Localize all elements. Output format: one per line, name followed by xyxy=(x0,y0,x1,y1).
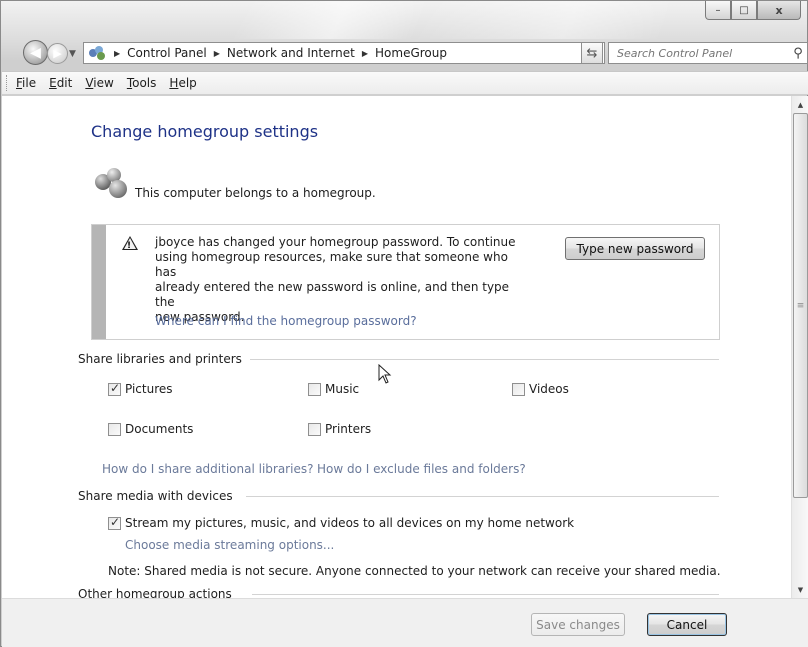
printers-label: Printers xyxy=(325,422,372,436)
forward-button[interactable]: ▶ xyxy=(47,43,68,64)
stream-media-checkbox-row[interactable]: Stream my pictures, music, and videos to… xyxy=(108,515,575,530)
mouse-pointer-icon xyxy=(378,364,392,384)
warning-bar xyxy=(92,225,106,339)
navigation-bar: ◀ ▶ ▼ ▶ Control Panel ▶ Network and Inte… xyxy=(1,37,808,69)
save-changes-button[interactable]: Save changes xyxy=(531,613,625,636)
menu-tools[interactable]: Tools xyxy=(127,76,157,90)
pictures-checkbox-row[interactable]: Pictures xyxy=(108,381,173,396)
exclude-files-link[interactable]: How do I exclude files and folders? xyxy=(317,462,526,476)
warning-exclamation-icon: ! xyxy=(127,241,132,251)
menu-edit[interactable]: Edit xyxy=(49,76,72,90)
share-media-header: Share media with devices xyxy=(78,489,233,503)
caption-buttons: – □ x xyxy=(705,1,801,21)
videos-checkbox-row[interactable]: Videos xyxy=(512,382,569,396)
search-input[interactable] xyxy=(617,46,789,60)
menu-view[interactable]: View xyxy=(85,76,113,90)
refresh-icon: ⇆ xyxy=(586,45,598,61)
warning-message: jboyce has changed your homegroup passwo… xyxy=(155,235,516,324)
close-button[interactable]: x xyxy=(757,1,801,20)
menu-file[interactable]: File xyxy=(16,76,36,90)
minimize-button[interactable]: – xyxy=(705,1,731,20)
share-libraries-header: Share libraries and printers xyxy=(78,352,242,366)
scroll-down-icon[interactable]: ▼ xyxy=(792,581,808,598)
pictures-checkbox[interactable] xyxy=(108,381,121,396)
scroll-grip-icon: ≡ xyxy=(796,300,805,311)
breadcrumb-network-and-internet[interactable]: Network and Internet xyxy=(227,46,355,60)
find-password-link[interactable]: Where can I find the homegroup password? xyxy=(155,314,417,328)
vertical-scrollbar[interactable]: ▲ ≡ ▼ xyxy=(791,96,808,598)
music-checkbox[interactable] xyxy=(308,382,321,396)
menu-bar: File Edit View Tools Help xyxy=(2,71,808,95)
refresh-button[interactable]: ⇆ xyxy=(581,42,603,64)
printers-checkbox-row[interactable]: Printers xyxy=(308,422,371,436)
menu-grip xyxy=(6,75,9,91)
documents-checkbox[interactable] xyxy=(108,422,121,436)
breadcrumb-separator-icon[interactable]: ▶ xyxy=(362,49,368,58)
menu-help[interactable]: Help xyxy=(169,76,196,90)
share-additional-libraries-link[interactable]: How do I share additional libraries? xyxy=(102,462,313,476)
other-actions-header: Other homegroup actions xyxy=(78,587,232,598)
music-checkbox-row[interactable]: Music xyxy=(308,382,359,396)
videos-checkbox[interactable] xyxy=(512,382,525,396)
back-button[interactable]: ◀ xyxy=(23,40,48,65)
search-icon[interactable]: ⚲ xyxy=(789,46,807,61)
media-streaming-options-link[interactable]: Choose media streaming options... xyxy=(125,538,334,552)
shared-media-note: Note: Shared media is not secure. Anyone… xyxy=(108,564,721,578)
documents-label: Documents xyxy=(125,422,194,436)
password-warning-panel: ! jboyce has changed your homegroup pass… xyxy=(91,224,720,340)
section-divider xyxy=(252,594,719,595)
stream-media-label: Stream my pictures, music, and videos to… xyxy=(125,516,575,530)
section-divider xyxy=(250,359,719,360)
section-divider xyxy=(246,496,719,497)
pictures-label: Pictures xyxy=(125,382,173,396)
control-panel-icon xyxy=(87,45,107,61)
content-pane: Change homegroup settings This computer … xyxy=(2,96,791,598)
address-bar[interactable]: ▶ Control Panel ▶ Network and Internet ▶… xyxy=(83,42,605,64)
back-arrow-icon: ◀ xyxy=(30,44,41,61)
homegroup-status: This computer belongs to a homegroup. xyxy=(135,186,376,200)
breadcrumb-separator-icon[interactable]: ▶ xyxy=(214,49,220,58)
maximize-button[interactable]: □ xyxy=(731,1,757,20)
type-new-password-button[interactable]: Type new password xyxy=(565,237,705,260)
breadcrumb-homegroup[interactable]: HomeGroup xyxy=(375,46,447,60)
stream-media-checkbox[interactable] xyxy=(108,515,121,530)
documents-checkbox-row[interactable]: Documents xyxy=(108,422,193,436)
music-label: Music xyxy=(325,382,360,396)
breadcrumb-control-panel[interactable]: Control Panel xyxy=(127,46,207,60)
homegroup-icon xyxy=(91,166,131,200)
printers-checkbox[interactable] xyxy=(308,422,321,436)
cancel-button[interactable]: Cancel xyxy=(647,613,727,636)
recent-pages-dropdown-icon[interactable]: ▼ xyxy=(69,49,76,59)
scroll-up-icon[interactable]: ▲ xyxy=(792,96,808,113)
scroll-thumb[interactable]: ≡ xyxy=(793,113,808,498)
search-box[interactable]: ⚲ xyxy=(608,42,808,64)
footer-bar: Save changes Cancel xyxy=(2,598,808,647)
breadcrumb-separator-icon: ▶ xyxy=(114,48,121,58)
window-frame: – □ x ◀ ▶ ▼ ▶ Control Panel ▶ Network an… xyxy=(0,0,808,647)
videos-label: Videos xyxy=(529,382,569,396)
page-title: Change homegroup settings xyxy=(91,122,319,141)
forward-arrow-icon: ▶ xyxy=(53,47,62,60)
